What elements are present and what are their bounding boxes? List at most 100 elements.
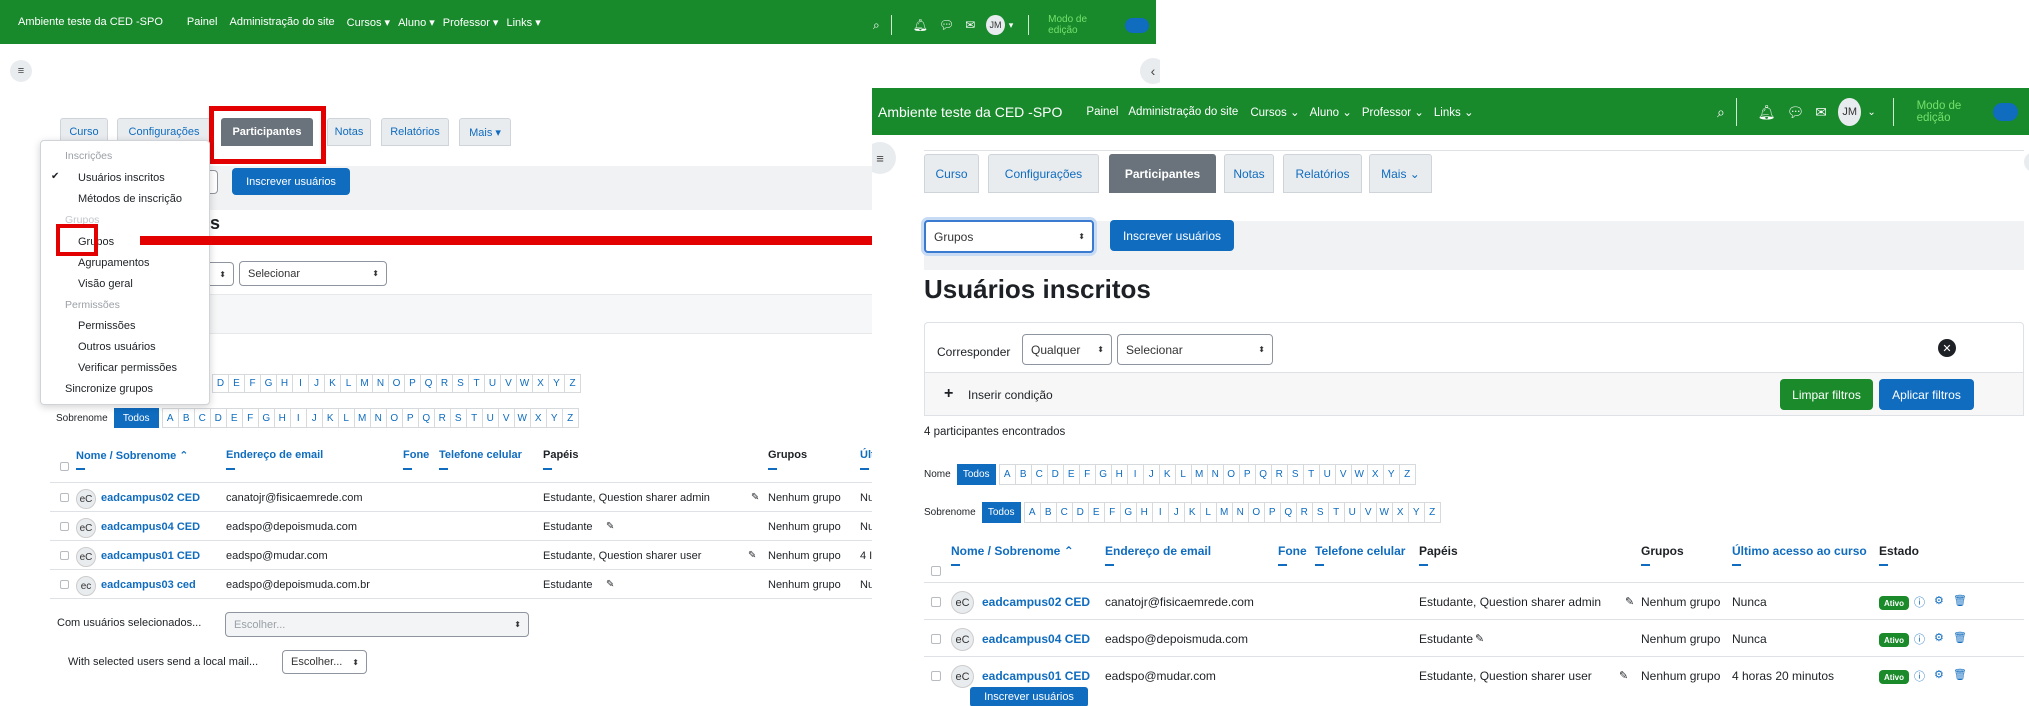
enrol-users-button[interactable]: Inscrever usuários xyxy=(1110,220,1234,251)
row-checkbox[interactable] xyxy=(60,522,69,531)
trash-icon[interactable]: 🗑︎ xyxy=(1953,594,1967,607)
tab-notas[interactable]: Notas xyxy=(1224,154,1274,193)
col-email-collapse[interactable] xyxy=(226,468,235,470)
enrol-users-button[interactable]: Inscrever usuários xyxy=(232,168,350,195)
nav-admin[interactable]: Administração do site xyxy=(1128,106,1238,118)
initial-a[interactable]: A xyxy=(161,408,179,428)
initial-t[interactable]: T xyxy=(465,408,483,428)
initial-d[interactable]: D xyxy=(1071,502,1089,523)
initial-s[interactable]: S xyxy=(452,374,469,393)
initial-o[interactable]: O xyxy=(1222,464,1240,485)
info-icon[interactable]: ⓘ xyxy=(1914,594,1925,610)
dropdown-item-groupings[interactable]: Agrupamentos xyxy=(78,257,150,269)
site-name[interactable]: Ambiente teste da CED -SPO xyxy=(878,104,1062,120)
close-icon[interactable]: ✕ xyxy=(1938,339,1956,357)
col-mobile-collapse[interactable] xyxy=(439,468,448,470)
initial-i[interactable]: I xyxy=(1151,502,1169,523)
initial-e[interactable]: E xyxy=(228,374,245,393)
course-index-icon[interactable]: ≡ xyxy=(10,60,32,82)
row-checkbox[interactable] xyxy=(60,580,69,589)
trash-icon[interactable]: 🗑︎ xyxy=(1953,631,1967,644)
initial-o[interactable]: O xyxy=(1247,502,1265,523)
dropdown-item-permissions[interactable]: Permissões xyxy=(78,320,135,332)
chevron-down-icon[interactable]: ⌄ xyxy=(1867,107,1875,118)
tab-relatorios[interactable]: Relatórios xyxy=(381,118,449,146)
avatar[interactable]: JM xyxy=(1837,98,1862,126)
initial-m[interactable]: M xyxy=(356,374,373,393)
user-name-link[interactable]: eadcampus04 CED xyxy=(982,632,1090,646)
initial-z[interactable]: Z xyxy=(1398,464,1416,485)
initial-y[interactable]: Y xyxy=(548,374,565,393)
col-email[interactable]: Endereço de email xyxy=(1105,544,1211,558)
initial-e[interactable]: E xyxy=(1087,502,1105,523)
initial-v[interactable]: V xyxy=(1359,502,1377,523)
initial-g[interactable]: G xyxy=(257,408,275,428)
initial-f[interactable]: F xyxy=(1103,502,1121,523)
tab-notas[interactable]: Notas xyxy=(327,118,371,146)
tab-mais[interactable]: Mais ⌄ xyxy=(1369,154,1432,193)
initial-x[interactable]: X xyxy=(1366,464,1384,485)
initial-t[interactable]: T xyxy=(1302,464,1320,485)
initial-k[interactable]: K xyxy=(1183,502,1201,523)
col-name[interactable]: Nome / Sobrenome ⌃ xyxy=(76,449,189,462)
initial-z[interactable]: Z xyxy=(564,374,581,393)
initial-g[interactable]: G xyxy=(260,374,277,393)
initial-w[interactable]: W xyxy=(1375,502,1393,523)
col-phone-collapse[interactable] xyxy=(403,468,412,470)
add-condition-link[interactable]: Inserir condição xyxy=(968,388,1053,402)
user-name-link[interactable]: eadcampus01 CED xyxy=(982,669,1090,683)
edit-mode-toggle[interactable] xyxy=(1992,103,2018,121)
initial-y[interactable]: Y xyxy=(1382,464,1400,485)
enrol-users-button-bottom[interactable]: Inscrever usuários xyxy=(970,687,1088,706)
tab-curso[interactable]: Curso xyxy=(924,154,979,193)
col-phone-collapse[interactable] xyxy=(1278,564,1287,566)
bell-icon[interactable]: 🔔︎ xyxy=(1758,104,1776,121)
initial-k[interactable]: K xyxy=(324,374,341,393)
dropdown-item-check-permissions[interactable]: Verificar permissões xyxy=(78,362,177,374)
initial-a[interactable]: A xyxy=(1023,502,1041,523)
initial-x[interactable]: X xyxy=(529,408,547,428)
initial-i[interactable]: I xyxy=(1126,464,1144,485)
nav-painel[interactable]: Painel xyxy=(1086,106,1118,118)
initial-p[interactable]: P xyxy=(404,374,421,393)
initial-n[interactable]: N xyxy=(1231,502,1249,523)
edit-mode-toggle[interactable] xyxy=(1124,17,1149,33)
initial-t[interactable]: T xyxy=(468,374,485,393)
initial-n[interactable]: N xyxy=(1206,464,1224,485)
initial-l[interactable]: L xyxy=(337,408,355,428)
initial-g[interactable]: G xyxy=(1119,502,1137,523)
initial-i[interactable]: I xyxy=(292,374,309,393)
col-mobile[interactable]: Telefone celular xyxy=(1315,544,1405,558)
edit-pencil-icon[interactable]: ✎ xyxy=(1625,595,1634,608)
initial-c[interactable]: C xyxy=(1055,502,1073,523)
chevron-down-icon[interactable]: ▾ xyxy=(1009,20,1014,31)
dropdown-item-overview[interactable]: Visão geral xyxy=(78,278,133,290)
gear-icon[interactable]: ⚙ xyxy=(1934,668,1944,681)
edit-pencil-icon[interactable]: ✎ xyxy=(751,492,759,503)
initial-v[interactable]: V xyxy=(1334,464,1352,485)
initial-l[interactable]: L xyxy=(340,374,357,393)
user-name-link[interactable]: eadcampus01 CED xyxy=(101,550,200,562)
initial-d[interactable]: D xyxy=(209,408,227,428)
initial-s[interactable]: S xyxy=(449,408,467,428)
nav-cursos[interactable]: Cursos ▾ xyxy=(347,16,390,29)
initial-u[interactable]: U xyxy=(1343,502,1361,523)
initial-q[interactable]: Q xyxy=(420,374,437,393)
initial-g[interactable]: G xyxy=(1094,464,1112,485)
nav-cursos[interactable]: Cursos ⌄ xyxy=(1250,105,1299,119)
initial-h[interactable]: H xyxy=(1110,464,1128,485)
initial-l[interactable]: L xyxy=(1174,464,1192,485)
dropdown-item-enrol-methods[interactable]: Métodos de inscrição xyxy=(78,193,182,205)
initial-d[interactable]: D xyxy=(1046,464,1064,485)
user-name-link[interactable]: eadcampus03 ced xyxy=(101,579,196,591)
initial-h[interactable]: H xyxy=(273,408,291,428)
col-email[interactable]: Endereço de email xyxy=(226,449,323,461)
edit-pencil-icon[interactable]: ✎ xyxy=(606,579,614,590)
initial-t[interactable]: T xyxy=(1327,502,1345,523)
tab-relatorios[interactable]: Relatórios xyxy=(1283,154,1362,193)
edit-pencil-icon[interactable]: ✎ xyxy=(606,521,614,532)
initial-m[interactable]: M xyxy=(353,408,371,428)
initial-p[interactable]: P xyxy=(1238,464,1256,485)
col-groups-collapse[interactable] xyxy=(768,468,777,470)
initial-x[interactable]: X xyxy=(532,374,549,393)
